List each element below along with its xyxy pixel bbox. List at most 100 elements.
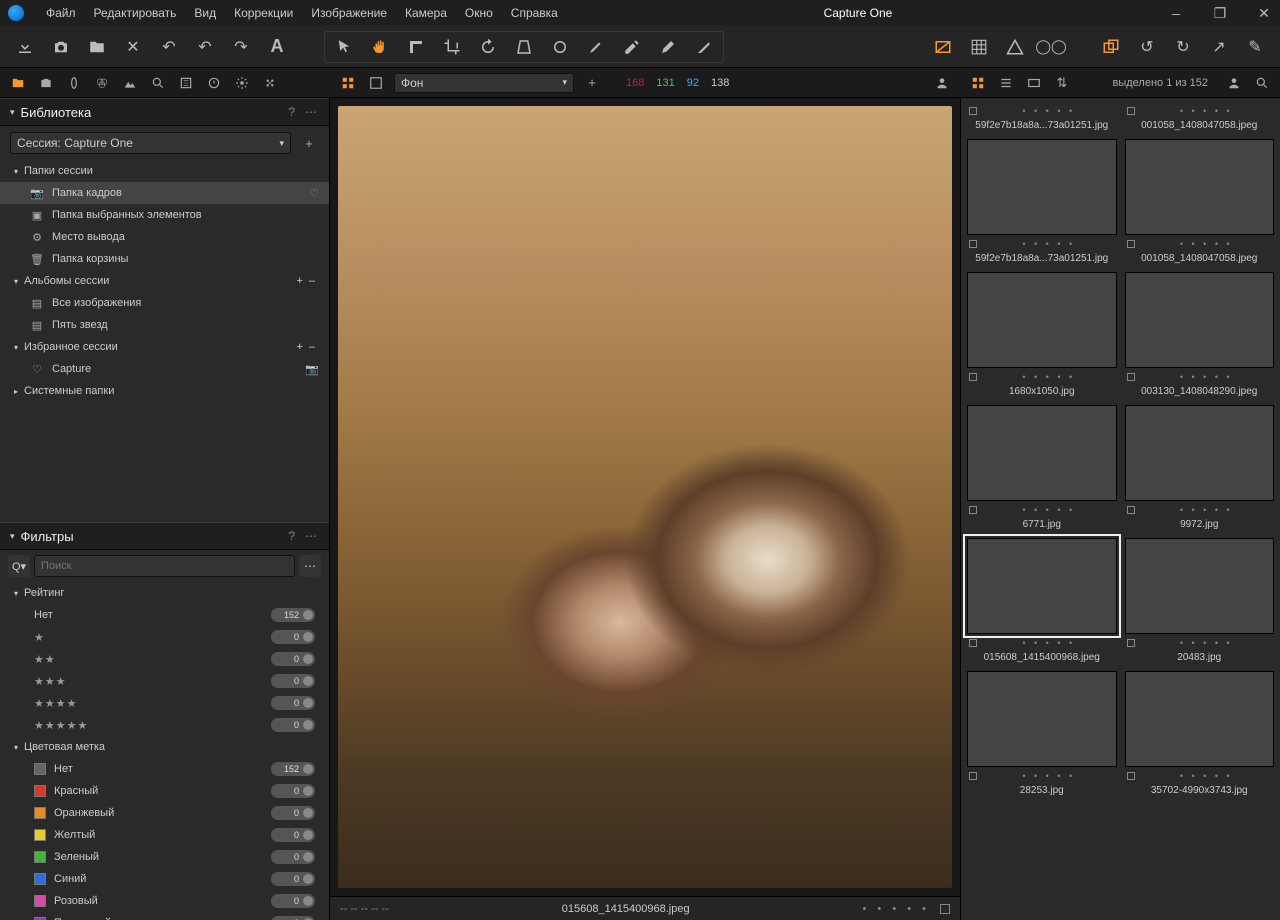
tab-details-icon[interactable] xyxy=(176,73,196,93)
sort-icon[interactable]: ⇅ xyxy=(1052,73,1072,93)
compare-icon[interactable]: ◯◯ xyxy=(1038,34,1064,60)
thumbnail[interactable]: • • • • • 003130_1408048290.jpeg xyxy=(1125,272,1275,397)
crop-icon[interactable] xyxy=(439,34,465,60)
tab-capture-icon[interactable] xyxy=(36,73,56,93)
search-options-icon[interactable]: ⋯ xyxy=(299,555,321,577)
brush-icon[interactable] xyxy=(583,34,609,60)
undo-icon[interactable]: ↶ xyxy=(156,34,182,60)
menu-Файл[interactable]: Файл xyxy=(46,6,76,20)
thumbnail[interactable]: • • • • • 6771.jpg xyxy=(967,405,1117,530)
view-grid-icon[interactable] xyxy=(338,73,358,93)
colorlabel-Нет[interactable]: Нет 152 xyxy=(0,758,329,780)
more-icon[interactable]: ⋯ xyxy=(303,529,319,543)
tab-metadata-icon[interactable] xyxy=(204,73,224,93)
hand-icon[interactable] xyxy=(367,34,393,60)
colorlabel-Желтый[interactable]: Желтый 0 xyxy=(0,824,329,846)
add-session-icon[interactable]: + xyxy=(299,133,319,153)
keystone-icon[interactable] xyxy=(511,34,537,60)
colorlabel-Зеленый[interactable]: Зеленый 0 xyxy=(0,846,329,868)
thumbnail[interactable]: • • • • • 28253.jpg xyxy=(967,671,1117,796)
tree-item[interactable]: 📷 Папка кадров ♡ xyxy=(0,182,329,204)
rating-4-star[interactable]: ★★★★ 0 xyxy=(0,692,329,714)
browser-film-icon[interactable] xyxy=(1024,73,1044,93)
pointer-icon[interactable] xyxy=(331,34,357,60)
menu-Коррекции[interactable]: Коррекции xyxy=(234,6,293,20)
add-icon[interactable]: + xyxy=(296,341,302,353)
add-layer-icon[interactable]: + xyxy=(582,73,602,93)
import-icon[interactable] xyxy=(12,34,38,60)
add-icon[interactable]: + xyxy=(296,275,302,287)
delete-icon[interactable]: ✕ xyxy=(120,34,146,60)
colorlabel-Синий[interactable]: Синий 0 xyxy=(0,868,329,890)
thumbnail[interactable]: • • • • • 001058_1408047058.jpeg xyxy=(1125,104,1275,131)
tree-item[interactable]: ⚙ Место вывода xyxy=(0,226,329,248)
tab-exposure-icon[interactable] xyxy=(120,73,140,93)
undo2-icon[interactable]: ↶ xyxy=(192,34,218,60)
color-tag-box[interactable] xyxy=(940,904,950,914)
loupe-icon[interactable] xyxy=(403,34,429,60)
session-fav-header[interactable]: ▾Избранное сессии + – xyxy=(0,336,329,358)
colorlabel-header[interactable]: ▾Цветовая метка xyxy=(0,736,329,758)
main-image[interactable] xyxy=(338,106,952,888)
menu-Справка[interactable]: Справка xyxy=(511,6,558,20)
text-icon[interactable]: A xyxy=(264,34,290,60)
search-mode-icon[interactable]: Q▾ xyxy=(8,555,30,577)
rating-dots[interactable]: • • • • • xyxy=(863,903,930,915)
rating-2-star[interactable]: ★★ 0 xyxy=(0,648,329,670)
view-single-icon[interactable] xyxy=(366,73,386,93)
rating-none[interactable]: Нет 152 xyxy=(0,604,329,626)
session-folders-header[interactable]: ▾Папки сессии xyxy=(0,160,329,182)
tree-item[interactable]: 🗑 Папка корзины xyxy=(0,248,329,270)
colorlabel-Красный[interactable]: Красный 0 xyxy=(0,780,329,802)
colorlabel-Пурпурный[interactable]: Пурпурный 0 xyxy=(0,912,329,920)
exposure-warning-icon[interactable] xyxy=(930,34,956,60)
system-folders-header[interactable]: ▸Системные папки xyxy=(0,380,329,402)
session-albums-header[interactable]: ▾Альбомы сессии + – xyxy=(0,270,329,292)
thumbnail[interactable]: • • • • • 001058_1408047058.jpeg xyxy=(1125,139,1275,264)
colorlabel-Розовый[interactable]: Розовый 0 xyxy=(0,890,329,912)
menu-Камера[interactable]: Камера xyxy=(405,6,447,20)
tree-item[interactable]: ▤ Все изображения xyxy=(0,292,329,314)
more-icon[interactable]: ⋯ xyxy=(303,105,319,119)
colorlabel-Оранжевый[interactable]: Оранжевый 0 xyxy=(0,802,329,824)
tree-item[interactable]: ▤ Пять звезд xyxy=(0,314,329,336)
menu-Окно[interactable]: Окно xyxy=(465,6,493,20)
thumbnail[interactable]: • • • • • 35702-4990x3743.jpg xyxy=(1125,671,1275,796)
grid-icon[interactable] xyxy=(966,34,992,60)
variants-icon[interactable] xyxy=(1098,34,1124,60)
tab-adjust-icon[interactable] xyxy=(232,73,252,93)
reload-icon[interactable]: ↻ xyxy=(1170,34,1196,60)
tab-color-icon[interactable] xyxy=(92,73,112,93)
heal-icon[interactable] xyxy=(655,34,681,60)
remove-icon[interactable]: – xyxy=(309,275,315,287)
thumbnail[interactable]: • • • • • 015608_1415400968.jpeg xyxy=(967,538,1117,663)
menu-Редактировать[interactable]: Редактировать xyxy=(94,6,177,20)
window-minimize-button[interactable]: – xyxy=(1168,5,1184,21)
browser-person-icon[interactable] xyxy=(1224,73,1244,93)
capture-icon[interactable] xyxy=(48,34,74,60)
window-maximize-button[interactable]: ❐ xyxy=(1212,5,1228,22)
browser-search-icon[interactable] xyxy=(1252,73,1272,93)
tab-output-icon[interactable] xyxy=(260,73,280,93)
thumbnail[interactable]: • • • • • 20483.jpg xyxy=(1125,538,1275,663)
browser-grid-icon[interactable] xyxy=(968,73,988,93)
session-select[interactable]: Сессия: Capture One ▾ xyxy=(10,132,291,154)
spot-icon[interactable] xyxy=(547,34,573,60)
rating-5-star[interactable]: ★★★★★ 0 xyxy=(0,714,329,736)
thumbnail[interactable]: • • • • • 1680x1050.jpg xyxy=(967,272,1117,397)
help-icon[interactable]: ? xyxy=(286,529,297,543)
browser-list-icon[interactable] xyxy=(996,73,1016,93)
menu-Изображение[interactable]: Изображение xyxy=(311,6,387,20)
filters-panel-header[interactable]: ▾ Фильтры ? ⋯ xyxy=(0,522,329,550)
window-close-button[interactable]: ✕ xyxy=(1256,5,1272,22)
rating-3-star[interactable]: ★★★ 0 xyxy=(0,670,329,692)
reset-icon[interactable]: ↺ xyxy=(1134,34,1160,60)
menu-Вид[interactable]: Вид xyxy=(194,6,216,20)
thumbnail[interactable]: • • • • • 59f2e7b18a8a...73a01251.jpg xyxy=(967,139,1117,264)
remove-icon[interactable]: – xyxy=(309,341,315,353)
tab-lens-icon[interactable] xyxy=(64,73,84,93)
edit-icon[interactable]: ✎ xyxy=(1242,34,1268,60)
rating-1-star[interactable]: ★ 0 xyxy=(0,626,329,648)
rotate-icon[interactable] xyxy=(475,34,501,60)
mask-icon[interactable] xyxy=(691,34,717,60)
